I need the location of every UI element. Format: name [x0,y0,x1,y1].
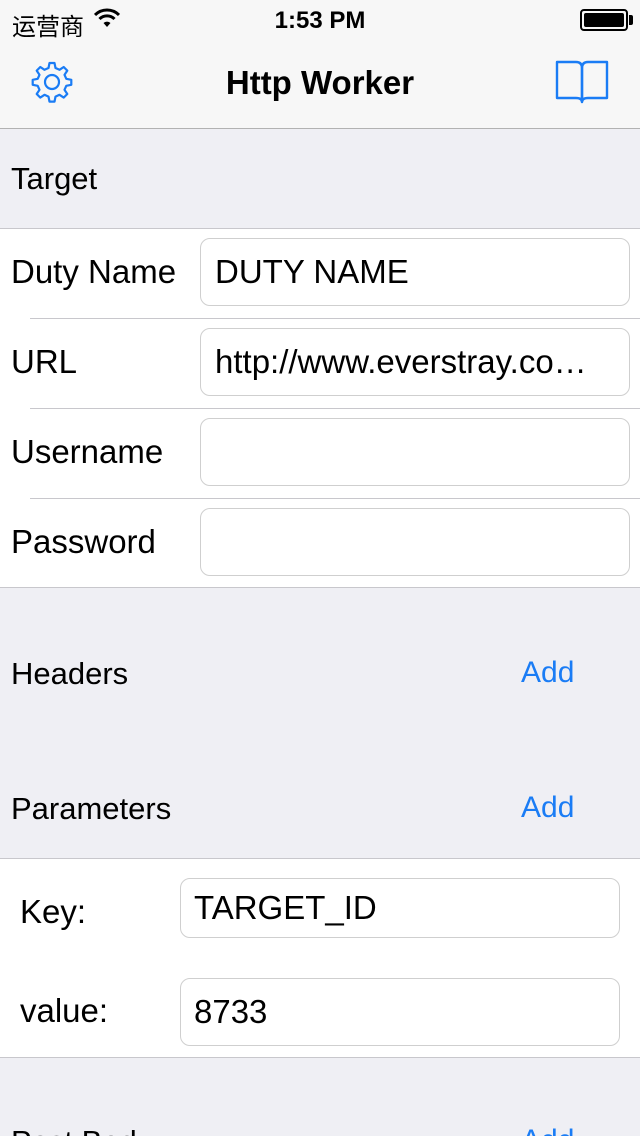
headers-add-button[interactable]: Add [521,656,574,690]
bookmarks-button[interactable] [554,58,610,106]
target-header-label: Target [11,161,98,196]
parameters-add-button[interactable]: Add [521,791,574,825]
post-body-add-button[interactable]: Add [521,1124,574,1136]
battery-tip [629,15,633,25]
headers-header-label: Headers [11,656,129,691]
duty-name-row: Duty Name DUTY NAME [0,229,640,319]
post-body-header-label: Post Body [11,1124,152,1136]
navigation-bar: Http Worker [0,40,640,129]
url-row: URL http://www.everstray.co… [0,319,640,409]
parameters-section-header: Parameters Add [0,775,640,845]
post-body-section-header: Post Body Add [0,1110,640,1136]
status-bar: 运营商 1:53 PM [0,0,640,41]
username-label: Username [11,433,164,470]
parameters-header-label: Parameters [11,791,172,826]
password-row: Password [0,499,640,589]
param-value-input[interactable]: 8733 [180,978,620,1046]
param-key-label: Key: [20,893,87,930]
page-title: Http Worker [225,64,415,101]
target-section-header: Target [0,129,640,228]
duty-name-label: Duty Name [11,253,177,290]
password-label: Password [11,523,156,560]
param-value-label: value: [20,992,109,1029]
duty-name-input[interactable]: DUTY NAME [200,238,630,306]
password-input[interactable] [200,508,630,576]
url-input[interactable]: http://www.everstray.co… [200,328,630,396]
username-input[interactable] [200,418,630,486]
parameter-item: Key: TARGET_ID value: 8733 [0,858,640,1058]
username-row: Username [0,409,640,499]
status-time: 1:53 PM [274,7,366,34]
headers-section-header: Headers Add [0,640,640,710]
param-key-input[interactable]: TARGET_ID [180,878,620,938]
target-form: Duty Name DUTY NAME URL http://www.evers… [0,228,640,588]
battery-icon [580,9,628,31]
url-label: URL [11,343,78,380]
book-icon [555,60,609,104]
